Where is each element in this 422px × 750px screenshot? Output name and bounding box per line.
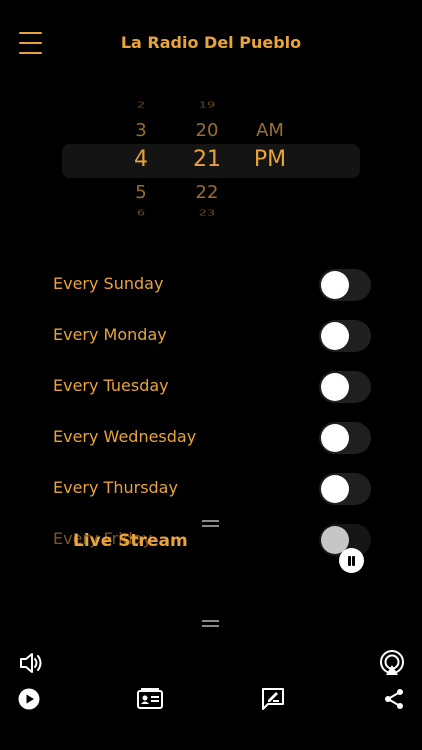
day-label: Every Monday <box>53 325 167 344</box>
airplay-icon[interactable] <box>379 650 405 680</box>
thursday-toggle[interactable] <box>319 473 371 505</box>
period-option[interactable]: AM <box>245 120 295 141</box>
play-icon[interactable] <box>18 688 40 714</box>
edit-note-icon[interactable] <box>261 687 285 715</box>
period-selected[interactable]: PM <box>245 147 295 172</box>
grip-line <box>202 525 219 527</box>
day-label: Every Wednesday <box>53 427 197 446</box>
drawer-drag-handle[interactable] <box>202 620 219 627</box>
hour-option[interactable]: 5 <box>116 182 166 203</box>
list-item-thursday: Every Thursday <box>0 469 422 509</box>
time-picker[interactable]: 2 3 4 5 6 19 20 21 22 23 AM PM <box>62 96 360 222</box>
share-icon[interactable] <box>383 688 405 714</box>
tuesday-toggle[interactable] <box>319 371 371 403</box>
grip-line <box>202 625 219 627</box>
pause-button[interactable] <box>339 548 364 573</box>
now-playing-label[interactable]: Live Stream <box>73 531 188 551</box>
page-title: La Radio Del Pueblo <box>120 33 302 52</box>
menu-line <box>19 52 42 54</box>
player-drag-handle[interactable] <box>202 520 219 527</box>
monday-toggle[interactable] <box>319 320 371 352</box>
list-item-tuesday: Every Tuesday <box>0 367 422 407</box>
volume-icon[interactable] <box>19 651 45 679</box>
minute-selected[interactable]: 21 <box>182 147 232 172</box>
day-label: Every Tuesday <box>53 376 169 395</box>
toggle-knob <box>321 373 349 401</box>
sunday-toggle[interactable] <box>319 269 371 301</box>
minute-option[interactable]: 19 <box>182 101 232 110</box>
hour-selected[interactable]: 4 <box>116 147 166 172</box>
day-label: Every Thursday <box>53 478 178 497</box>
minute-option[interactable]: 22 <box>182 182 232 203</box>
toggle-knob <box>321 322 349 350</box>
list-item-sunday: Every Sunday <box>0 265 422 305</box>
minute-option[interactable]: 20 <box>182 120 232 141</box>
grip-line <box>202 520 219 522</box>
minute-option[interactable]: 23 <box>182 209 232 218</box>
wednesday-toggle[interactable] <box>319 422 371 454</box>
toggle-knob <box>321 475 349 503</box>
toggle-knob <box>321 271 349 299</box>
day-label: Every Sunday <box>53 274 164 293</box>
list-item-monday: Every Monday <box>0 316 422 356</box>
grip-line <box>202 620 219 622</box>
hour-option[interactable]: 3 <box>116 120 166 141</box>
hour-option[interactable]: 6 <box>116 209 166 218</box>
toggle-knob <box>321 424 349 452</box>
contact-card-icon[interactable] <box>137 688 163 714</box>
list-item-wednesday: Every Wednesday <box>0 418 422 458</box>
hour-option[interactable]: 2 <box>116 101 166 110</box>
